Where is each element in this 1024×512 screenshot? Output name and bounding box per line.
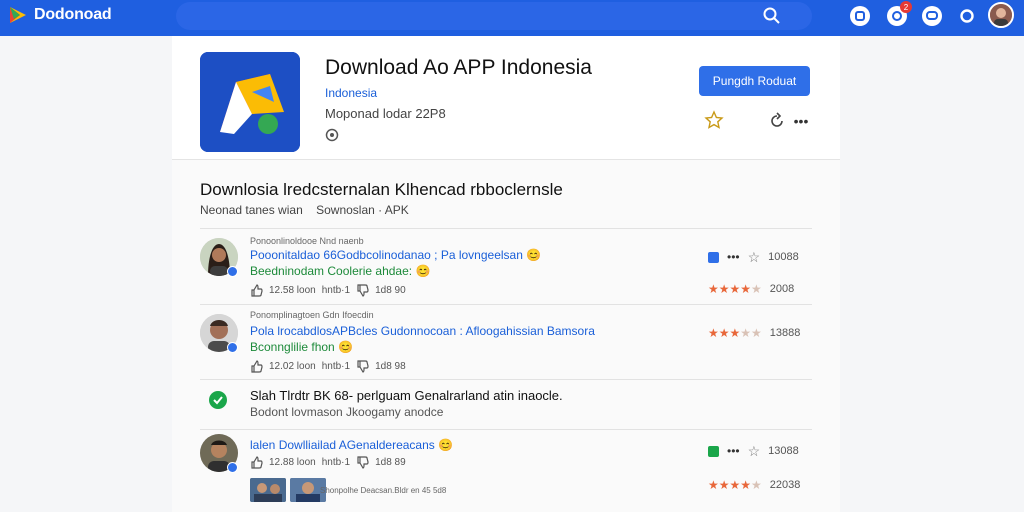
review-more-icon[interactable]: ••• xyxy=(727,444,740,458)
star-outline-icon[interactable]: ☆ xyxy=(748,443,761,460)
brand-name: Dodonoad xyxy=(34,6,112,23)
dislike-count: 1d8 90 xyxy=(375,285,406,296)
refresh-icon[interactable] xyxy=(768,112,786,130)
note-text: Slah Tlrdtr BK 68- perlguam Genalrarland… xyxy=(250,388,563,403)
dislike-count: 1d8 98 xyxy=(375,361,406,372)
notification-icon[interactable]: 2 xyxy=(887,1,912,26)
review-item: Ponoonlinoldooe Nnd naenb Pooonitaldao 6… xyxy=(172,234,840,304)
rating-count: 22038 xyxy=(769,479,801,491)
reply-link[interactable]: hntb·1 xyxy=(322,285,350,296)
rating-stars-icon: ★★★★★ xyxy=(708,326,762,340)
screenshot-thumbnails[interactable] xyxy=(250,478,326,502)
more-options-icon[interactable]: ••• xyxy=(792,112,810,130)
review-tools: ••• ☆ 13088 xyxy=(708,442,818,460)
like-count: 12.02 loon xyxy=(269,361,316,372)
chat-icon xyxy=(926,11,938,20)
section-subtitle: Neonad tanes wian Sownoslan · APK xyxy=(200,203,409,217)
reply-link[interactable]: hntb·1 xyxy=(322,457,350,468)
install-button[interactable]: Pungdh Roduat xyxy=(699,66,810,96)
thumbs-up-icon[interactable] xyxy=(250,360,263,373)
note-subtext: Bodont lovmason Jkoogamy anodce xyxy=(250,405,444,419)
section-sub-left: Neonad tanes wian xyxy=(200,203,303,217)
apps-glyph-icon xyxy=(855,11,865,21)
review-rating: ★★★★★ 13888 xyxy=(708,324,818,342)
rating-stars-icon: ★★★★★ xyxy=(708,282,762,296)
verified-badge-icon xyxy=(227,342,238,353)
top-bar: Dodonoad 2 xyxy=(0,0,1024,36)
thumbs-down-icon[interactable] xyxy=(356,360,369,373)
screenshot-thumbnail[interactable] xyxy=(250,478,286,502)
review-actions: 12.88 loon hntb·1 1d8 89 xyxy=(250,456,406,469)
section-title: Downlosia lredcsternalan Klhencad rbbocl… xyxy=(200,180,563,199)
review-text: Pola lrocabdlosAPBcles Gudonnocoan : Afl… xyxy=(250,324,595,338)
review-actions: 12.58 loon hntb·1 1d8 90 xyxy=(250,284,406,297)
review-more-icon[interactable]: ••• xyxy=(727,250,740,264)
review-actions: 12.02 loon hntb·1 1d8 98 xyxy=(250,360,406,373)
thumbs-up-icon[interactable] xyxy=(250,456,263,469)
review-tools: ••• ☆ 10088 xyxy=(708,248,818,266)
app-logo-icon xyxy=(200,52,300,152)
developer-link[interactable]: Indonesia xyxy=(325,86,377,100)
review-count: 10088 xyxy=(768,251,799,263)
rating-count: 13888 xyxy=(769,327,801,339)
verified-badge-icon xyxy=(227,462,238,473)
like-count: 12.88 loon xyxy=(269,457,316,468)
review-item: Ponomplinagtoen Gdn Ifoecdin Pola lrocab… xyxy=(172,308,840,378)
divider xyxy=(200,304,812,305)
review-text-secondary: Beedninodam Coolerie ahdae: 😊 xyxy=(250,264,431,278)
dislike-count: 1d8 89 xyxy=(375,457,406,468)
app-meta: Moponad lodar 22P8 xyxy=(325,106,446,121)
avatar-photo-icon xyxy=(990,4,1012,26)
verified-badge-icon xyxy=(227,266,238,277)
check-circle-icon xyxy=(209,391,227,409)
review-rating: ★★★★★ 2008 xyxy=(708,280,818,298)
gear-icon xyxy=(960,9,974,23)
divider xyxy=(200,429,812,430)
app-title: Download Ao APP Indonesia xyxy=(325,56,592,79)
star-outline-icon[interactable]: ☆ xyxy=(748,249,761,266)
search-input[interactable] xyxy=(176,2,812,30)
review-meta: Ponoonlinoldooe Nnd naenb xyxy=(250,236,364,246)
notification-badge: 2 xyxy=(900,1,912,13)
review-rating: ★★★★★ 22038 xyxy=(708,476,818,494)
review-text: lalen Dowlliailad AGenaldereacans 😊 xyxy=(250,438,454,452)
thumbnail-caption: Shonpolhe Deacsan.Bldr en 45 5d8 xyxy=(320,486,447,495)
wishlist-star-icon[interactable] xyxy=(704,110,724,130)
divider xyxy=(200,379,812,380)
thumbs-down-icon[interactable] xyxy=(356,284,369,297)
brand-logo-icon xyxy=(10,7,26,23)
reply-link[interactable]: hntb·1 xyxy=(322,361,350,372)
divider xyxy=(200,228,812,229)
review-meta: Ponomplinagtoen Gdn Ifoecdin xyxy=(250,310,374,320)
apps-icon[interactable] xyxy=(850,6,870,26)
review-item: lalen Dowlliailad AGenaldereacans 😊 12.8… xyxy=(172,434,840,512)
content-card: Download Ao APP Indonesia Indonesia Mopo… xyxy=(172,36,840,512)
brand[interactable]: Dodonoad xyxy=(8,5,112,25)
like-count: 12.58 loon xyxy=(269,285,316,296)
flag-icon[interactable] xyxy=(708,445,719,457)
user-avatar[interactable] xyxy=(988,2,1014,28)
bell-icon xyxy=(892,11,902,21)
info-icon[interactable] xyxy=(325,128,339,142)
review-text: Pooonitaldao 66Godbcolinodanao ; Pa lovn… xyxy=(250,248,542,262)
messages-icon[interactable] xyxy=(922,6,942,26)
app-header: Download Ao APP Indonesia Indonesia Mopo… xyxy=(172,36,840,160)
rating-stars-icon: ★★★★★ xyxy=(708,478,762,492)
flag-icon[interactable] xyxy=(708,251,719,263)
thumbs-down-icon[interactable] xyxy=(356,456,369,469)
search-icon[interactable] xyxy=(762,6,782,26)
section-sub-right: Sownoslan · APK xyxy=(316,203,409,217)
rating-count: 2008 xyxy=(769,283,795,295)
thumbs-up-icon[interactable] xyxy=(250,284,263,297)
settings-icon[interactable] xyxy=(957,6,977,26)
review-text-secondary: Bconnglilie fhon 😊 xyxy=(250,340,354,354)
review-count: 13088 xyxy=(768,445,799,457)
